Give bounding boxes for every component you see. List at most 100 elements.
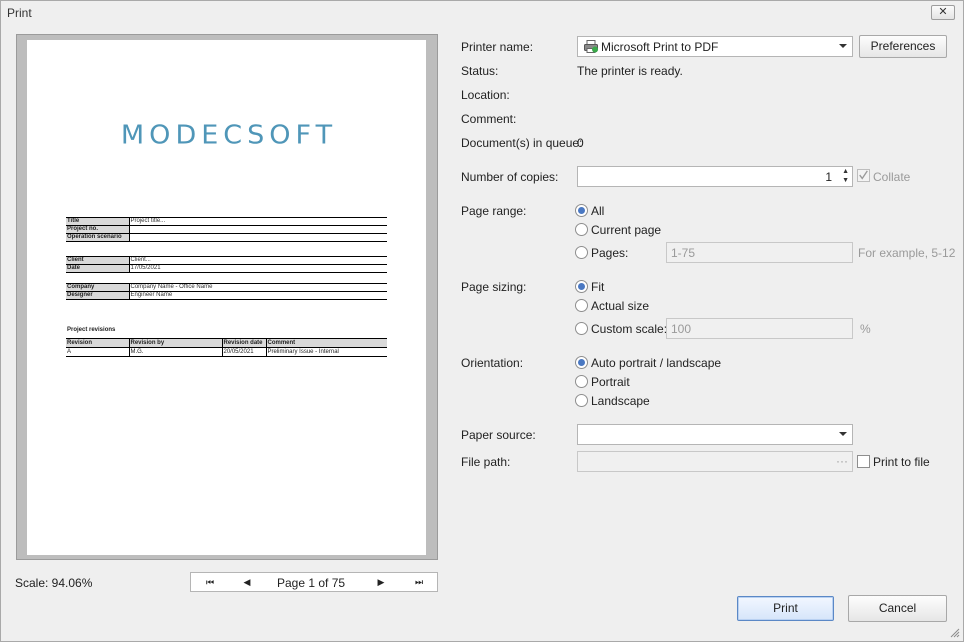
queue-value: 0 — [577, 136, 584, 150]
revisions-cell: M.G. — [129, 347, 223, 357]
next-page-icon[interactable]: ▶ — [371, 575, 391, 589]
cancel-button[interactable]: Cancel — [848, 595, 947, 622]
info-label: Client — [66, 256, 130, 265]
info-value: Engineer Name — [129, 291, 387, 300]
preview-page: MODECSOFT Title Project title... Project n… — [27, 40, 426, 555]
info-label: Designer — [66, 291, 130, 300]
print-preview[interactable]: MODECSOFT Title Project title... Project n… — [16, 34, 438, 560]
print-dialog: Print ✕ MODECSOFT Title Project title... P… — [0, 0, 964, 642]
printer-icon — [584, 40, 598, 53]
collate-checkbox[interactable] — [857, 169, 870, 182]
info-value: 17/05/2021 — [129, 264, 387, 273]
info-label: Project no. — [66, 225, 130, 234]
window-title: Print — [7, 6, 32, 20]
chevron-down-icon — [839, 44, 847, 48]
revisions-title: Project revisions — [67, 327, 116, 333]
info-value: Company Name - Office Name — [129, 283, 387, 292]
file-path-input[interactable]: ··· — [577, 451, 853, 472]
custom-scale-input[interactable]: 100 — [666, 318, 853, 339]
page-info: Page 1 of 75 — [277, 576, 346, 590]
printer-select[interactable]: Microsoft Print to PDF — [577, 36, 853, 57]
orientation-auto-label: Auto portrait / landscape — [591, 356, 722, 370]
file-path-label: File path: — [461, 455, 511, 469]
custom-scale-value: 100 — [671, 322, 692, 336]
queue-label: Document(s) in queue: — [461, 136, 583, 150]
revisions-header: Comment — [266, 338, 387, 348]
page-sizing-label: Page sizing: — [461, 280, 527, 294]
orientation-landscape-radio[interactable] — [575, 394, 588, 407]
revisions-header: Revision date — [222, 338, 267, 348]
info-value: Client... — [129, 256, 387, 265]
printer-name-label: Printer name: — [461, 40, 534, 54]
range-current-radio[interactable] — [575, 223, 588, 236]
pages-hint: For example, 5-12 — [858, 246, 956, 260]
revisions-header: Revision by — [129, 338, 223, 348]
close-icon: ✕ — [938, 6, 948, 18]
sizing-fit-label: Fit — [591, 280, 605, 294]
preferences-button[interactable]: Preferences — [859, 35, 947, 58]
comment-label: Comment: — [461, 112, 517, 126]
range-pages-label: Pages: — [591, 246, 629, 260]
first-page-icon[interactable]: ⏮ — [200, 575, 220, 589]
range-all-radio[interactable] — [575, 204, 588, 217]
table-row: A M.G. 20/05/2021 Preliminary Issue - Inter… — [66, 347, 387, 357]
location-label: Location: — [461, 88, 510, 102]
orientation-portrait-radio[interactable] — [575, 375, 588, 388]
range-all-label: All — [591, 204, 605, 218]
range-pages-radio[interactable] — [575, 246, 588, 259]
revisions-header: Revision — [66, 338, 130, 348]
print-to-file-checkbox[interactable] — [857, 455, 870, 468]
sizing-actual-label: Actual size — [591, 299, 650, 313]
orientation-label: Orientation: — [461, 356, 524, 370]
page-navigator: ⏮ ◀ Page 1 of 75 ▶ ⏭ — [190, 572, 438, 592]
copies-value: 1 — [825, 170, 832, 184]
sizing-custom-label: Custom scale: — [591, 322, 668, 336]
collate-label: Collate — [873, 170, 911, 184]
info-row: Designer Engineer Name — [66, 291, 387, 300]
orientation-landscape-label: Landscape — [591, 394, 650, 408]
info-label: Company — [66, 283, 130, 292]
page-range-label: Page range: — [461, 204, 527, 218]
close-button[interactable]: ✕ — [931, 5, 955, 20]
paper-source-label: Paper source: — [461, 428, 536, 442]
print-to-file-label: Print to file — [873, 455, 930, 469]
orientation-portrait-label: Portrait — [591, 375, 630, 389]
spin-arrows-icon[interactable]: ▲ ▼ — [842, 167, 849, 185]
copies-stepper[interactable]: 1 ▲ ▼ — [577, 166, 853, 187]
status-value: The printer is ready. — [577, 64, 683, 78]
range-current-label: Current page — [591, 223, 662, 237]
info-row: Operation scenario — [66, 233, 387, 242]
info-row: Project no. — [66, 225, 387, 234]
info-row: Title Project title... — [66, 217, 387, 226]
printer-name-value: Microsoft Print to PDF — [601, 40, 719, 54]
paper-source-select[interactable] — [577, 424, 853, 445]
orientation-auto-radio[interactable] — [575, 356, 588, 369]
last-page-icon[interactable]: ⏭ — [409, 575, 429, 589]
scale-label: Scale: 94.06% — [15, 576, 93, 590]
info-table-company: Company Company Name - Office Name Designe… — [66, 283, 387, 300]
company-logo: MODECSOFT — [120, 120, 338, 151]
scale-unit: % — [860, 322, 871, 336]
info-row: Client Client... — [66, 256, 387, 265]
info-label: Date — [66, 264, 130, 273]
prev-page-icon[interactable]: ◀ — [237, 575, 257, 589]
info-value — [129, 233, 387, 242]
browse-icon[interactable]: ··· — [836, 454, 848, 468]
title-bar: Print ✕ — [1, 1, 963, 24]
copies-label: Number of copies: — [461, 170, 559, 184]
sizing-custom-radio[interactable] — [575, 322, 588, 335]
revisions-table: Revision Revision by Revision date Comment … — [66, 338, 387, 357]
print-button[interactable]: Print — [737, 596, 834, 621]
checkmark-icon — [859, 170, 868, 180]
info-row: Company Company Name - Office Name — [66, 283, 387, 292]
revisions-cell: Preliminary Issue - Internal — [266, 347, 387, 357]
info-label: Operation scenario — [66, 233, 130, 242]
revisions-cell: 20/05/2021 — [222, 347, 267, 357]
info-table-title: Title Project title... Project no. Operatio… — [66, 217, 387, 242]
pages-input[interactable]: 1-75 — [666, 242, 853, 263]
sizing-actual-radio[interactable] — [575, 299, 588, 312]
info-value: Project title... — [129, 217, 387, 226]
sizing-fit-radio[interactable] — [575, 280, 588, 293]
resize-grip-icon[interactable] — [950, 628, 960, 638]
info-row: Date 17/05/2021 — [66, 264, 387, 273]
